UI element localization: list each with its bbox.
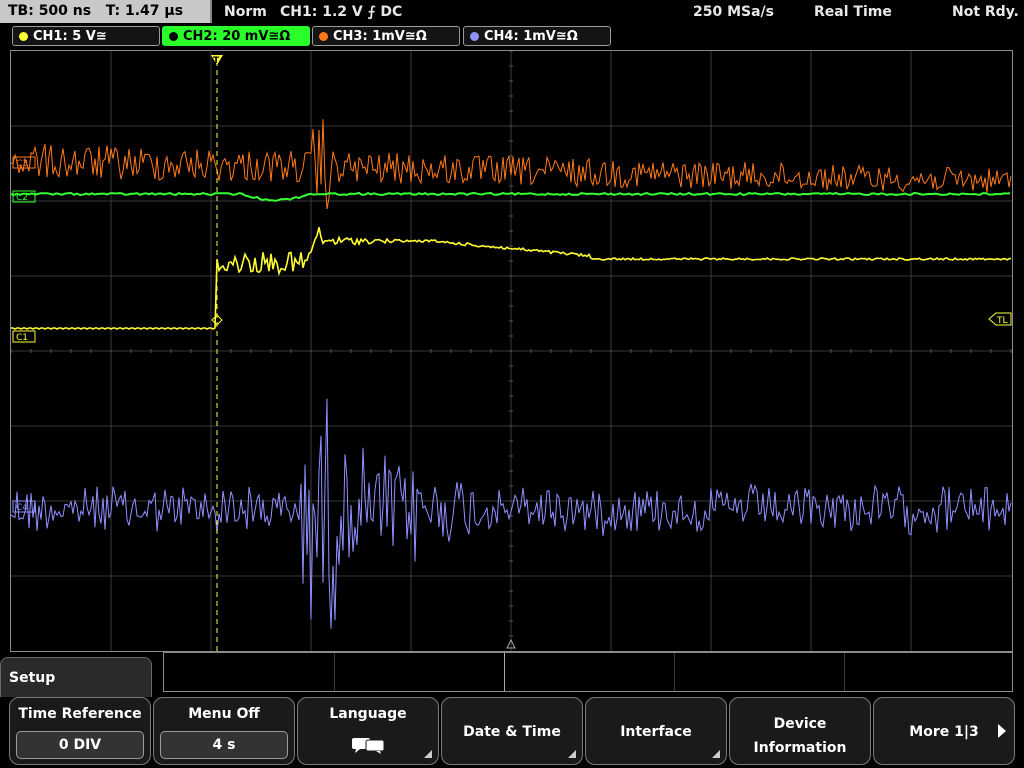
softkey-date-time-label: Date & Time <box>463 724 561 740</box>
svg-text:C4: C4 <box>16 503 28 513</box>
tab-ch2-label: CH2: 20 mV≅Ω <box>183 29 291 44</box>
device-label-line1: Device <box>773 716 827 732</box>
svg-text:C2: C2 <box>16 193 28 203</box>
softkey-time-reference-label: Time Reference <box>18 706 142 722</box>
status-bar: TB: 500 ns T: 1.47 μs Norm CH1: 1.2 V ⨍ … <box>0 0 1024 24</box>
history-bar[interactable] <box>163 652 1013 692</box>
trigger-source[interactable]: CH1: 1.2 V ⨍ DC <box>280 0 402 24</box>
menu-title-setup[interactable]: Setup <box>0 657 152 697</box>
softkey-language-label: Language <box>329 706 407 722</box>
menu-off-value[interactable]: 4 s <box>160 731 288 759</box>
softkey-time-reference[interactable]: Time Reference 0 DIV <box>9 697 151 765</box>
softkey-more[interactable]: More 1|3 <box>873 697 1015 765</box>
timebase-value: TB: 500 ns <box>8 3 92 19</box>
submenu-corner-icon <box>424 750 432 758</box>
softkey-date-time[interactable]: Date & Time <box>441 697 583 765</box>
tab-ch1[interactable]: CH1: 5 V≅ <box>12 26 160 46</box>
waveform-display[interactable]: T C3 C2 C1 C4 TL <box>10 50 1013 652</box>
svg-text:TL: TL <box>996 316 1008 326</box>
channel-bar: CH1: 5 V≅ CH2: 20 mV≅Ω CH3: 1mV≅Ω CH4: 1… <box>0 26 1024 48</box>
ch2-dot-icon <box>169 32 178 41</box>
softkey-device-information[interactable]: Device Information <box>729 697 871 765</box>
trigger-mode[interactable]: Norm <box>224 0 267 24</box>
svg-text:C1: C1 <box>16 333 28 343</box>
softkey-menu-off[interactable]: Menu Off 4 s <box>153 697 295 765</box>
softkey-more-label: More 1|3 <box>909 724 979 740</box>
tab-ch1-label: CH1: 5 V≅ <box>33 29 107 44</box>
softkey-menu-off-label: Menu Off <box>188 706 260 722</box>
trigger-level-marker[interactable]: TL <box>988 312 1012 326</box>
speech-bubbles-icon <box>352 738 385 754</box>
marker-c3[interactable]: C3 <box>12 156 36 169</box>
tab-ch2[interactable]: CH2: 20 mV≅Ω <box>162 26 310 46</box>
waveform-svg: T C3 C2 C1 C4 TL <box>11 51 1012 651</box>
device-label-line2: Information <box>753 740 847 756</box>
ch1-dot-icon <box>19 32 28 41</box>
tab-ch4-label: CH4: 1mV≅Ω <box>484 29 578 44</box>
softkey-language[interactable]: Language <box>297 697 439 765</box>
ch3-dot-icon <box>319 32 328 41</box>
tab-ch3[interactable]: CH3: 1mV≅Ω <box>312 26 460 46</box>
marker-c1[interactable]: C1 <box>12 330 36 343</box>
acquisition-mode[interactable]: Real Time <box>814 0 892 24</box>
trigger-time-value: T: 1.47 μs <box>105 3 184 19</box>
svg-text:T: T <box>213 56 220 66</box>
sample-rate[interactable]: 250 MSa/s <box>693 0 774 24</box>
time-reference-value[interactable]: 0 DIV <box>16 731 144 759</box>
tab-ch4[interactable]: CH4: 1mV≅Ω <box>463 26 611 46</box>
ch4-dot-icon <box>470 32 479 41</box>
softkey-interface[interactable]: Interface <box>585 697 727 765</box>
tab-ch3-label: CH3: 1mV≅Ω <box>333 29 427 44</box>
softkey-device-information-label: Device Information <box>730 712 870 760</box>
submenu-corner-icon <box>568 750 576 758</box>
svg-text:C3: C3 <box>16 159 28 169</box>
next-page-arrow-icon <box>998 724 1006 738</box>
timebase-box[interactable]: TB: 500 ns T: 1.47 μs <box>0 0 212 23</box>
graticule <box>11 51 1012 651</box>
acquisition-status: Not Rdy. <box>952 4 1019 20</box>
trigger-position-marker[interactable]: T <box>211 55 223 66</box>
submenu-corner-icon <box>712 750 720 758</box>
softkey-interface-label: Interface <box>620 724 692 740</box>
